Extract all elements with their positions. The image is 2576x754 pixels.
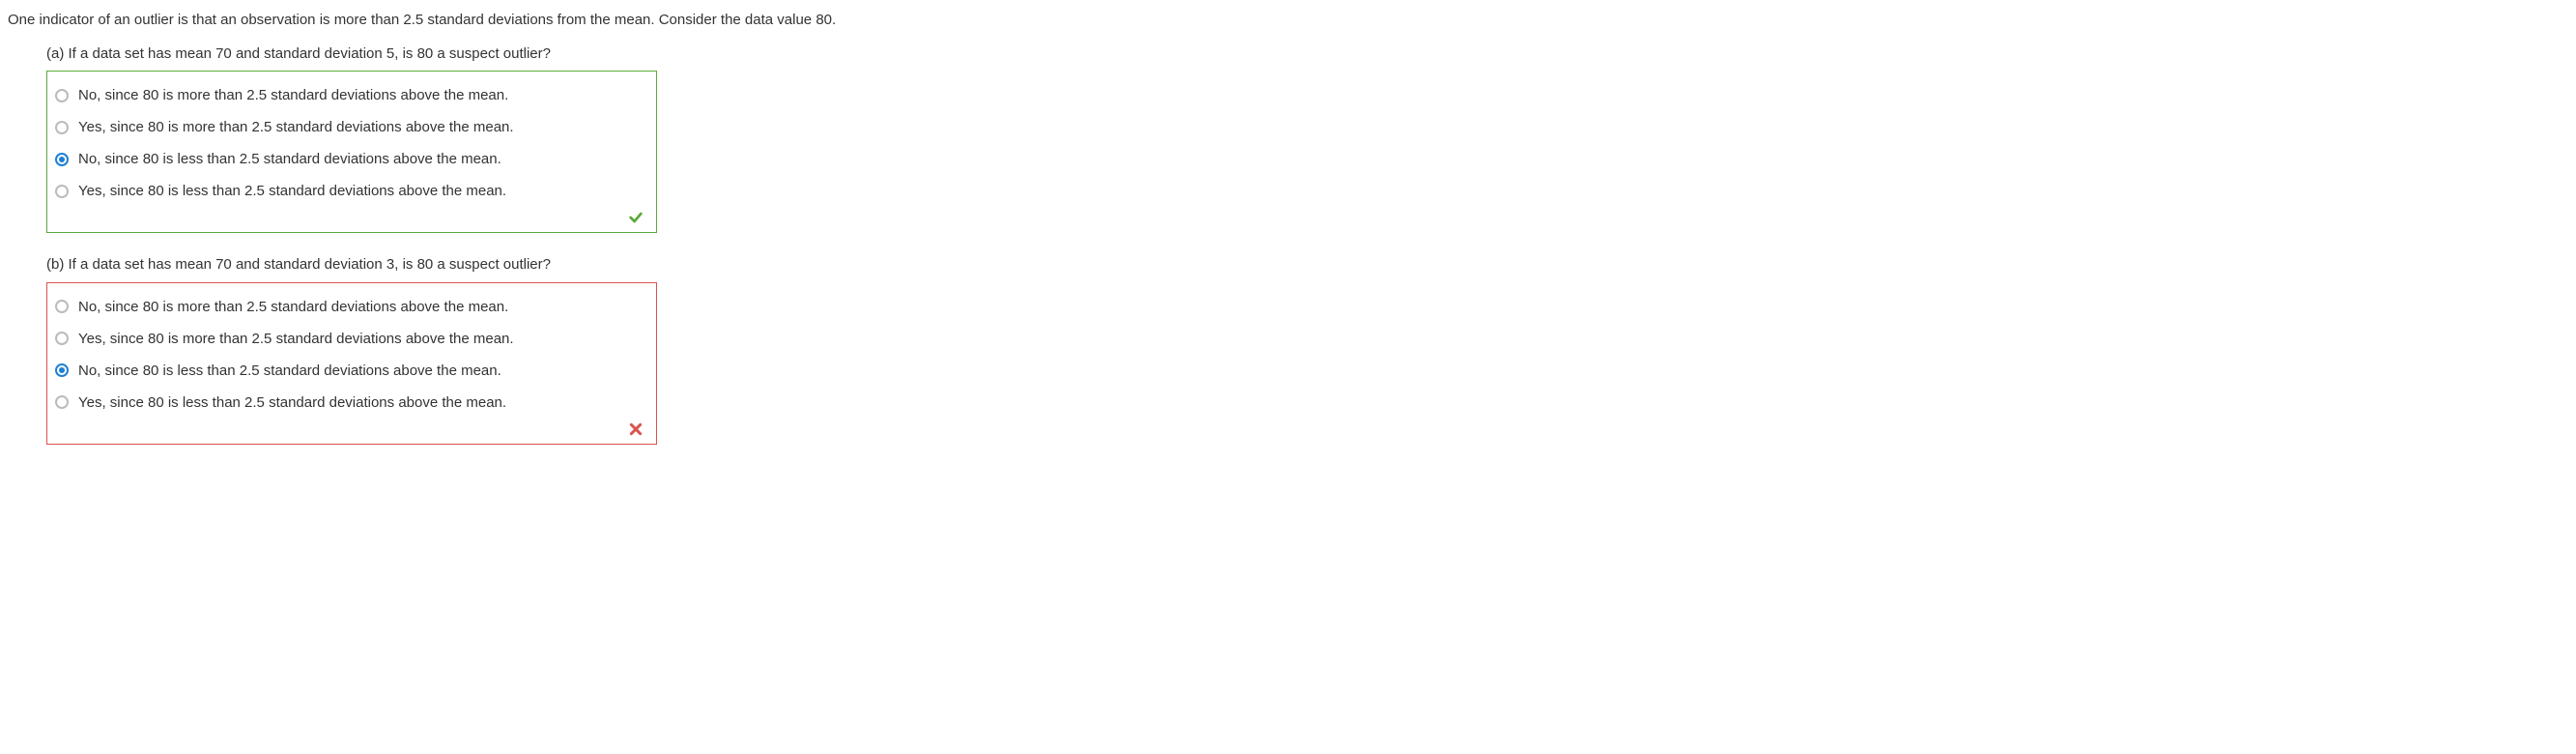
- radio-icon: [55, 300, 69, 313]
- option-text: No, since 80 is more than 2.5 standard d…: [78, 297, 648, 317]
- question-intro: One indicator of an outlier is that an o…: [0, 10, 2576, 44]
- part-a-option-2[interactable]: No, since 80 is less than 2.5 standard d…: [55, 143, 648, 175]
- option-text: No, since 80 is less than 2.5 standard d…: [78, 149, 648, 169]
- part-b-option-3[interactable]: Yes, since 80 is less than 2.5 standard …: [55, 387, 648, 419]
- result-row: [55, 419, 648, 440]
- radio-icon: [55, 395, 69, 409]
- option-text: Yes, since 80 is more than 2.5 standard …: [78, 117, 648, 137]
- part-b-option-0[interactable]: No, since 80 is more than 2.5 standard d…: [55, 291, 648, 323]
- part-a-option-0[interactable]: No, since 80 is more than 2.5 standard d…: [55, 79, 648, 111]
- option-text: No, since 80 is more than 2.5 standard d…: [78, 85, 648, 105]
- option-text: Yes, since 80 is more than 2.5 standard …: [78, 329, 648, 349]
- part-a-option-3[interactable]: Yes, since 80 is less than 2.5 standard …: [55, 175, 648, 207]
- part-b-options-box: No, since 80 is more than 2.5 standard d…: [46, 282, 657, 445]
- radio-icon: [55, 185, 69, 198]
- part-a: (a) If a data set has mean 70 and standa…: [46, 44, 2576, 234]
- option-text: Yes, since 80 is less than 2.5 standard …: [78, 392, 648, 413]
- part-b: (b) If a data set has mean 70 and standa…: [46, 254, 2576, 445]
- part-b-option-1[interactable]: Yes, since 80 is more than 2.5 standard …: [55, 323, 648, 355]
- part-a-options-box: No, since 80 is more than 2.5 standard d…: [46, 71, 657, 233]
- radio-icon: [55, 153, 69, 166]
- part-b-label: (b) If a data set has mean 70 and standa…: [46, 254, 2576, 282]
- radio-icon: [55, 332, 69, 345]
- radio-icon: [55, 89, 69, 102]
- part-b-option-2[interactable]: No, since 80 is less than 2.5 standard d…: [55, 355, 648, 387]
- radio-icon: [55, 363, 69, 377]
- cross-icon: [627, 420, 644, 438]
- radio-icon: [55, 121, 69, 134]
- part-a-option-1[interactable]: Yes, since 80 is more than 2.5 standard …: [55, 111, 648, 143]
- part-a-label: (a) If a data set has mean 70 and standa…: [46, 44, 2576, 72]
- result-row: [55, 207, 648, 228]
- check-icon: [627, 209, 644, 226]
- option-text: Yes, since 80 is less than 2.5 standard …: [78, 181, 648, 201]
- option-text: No, since 80 is less than 2.5 standard d…: [78, 361, 648, 381]
